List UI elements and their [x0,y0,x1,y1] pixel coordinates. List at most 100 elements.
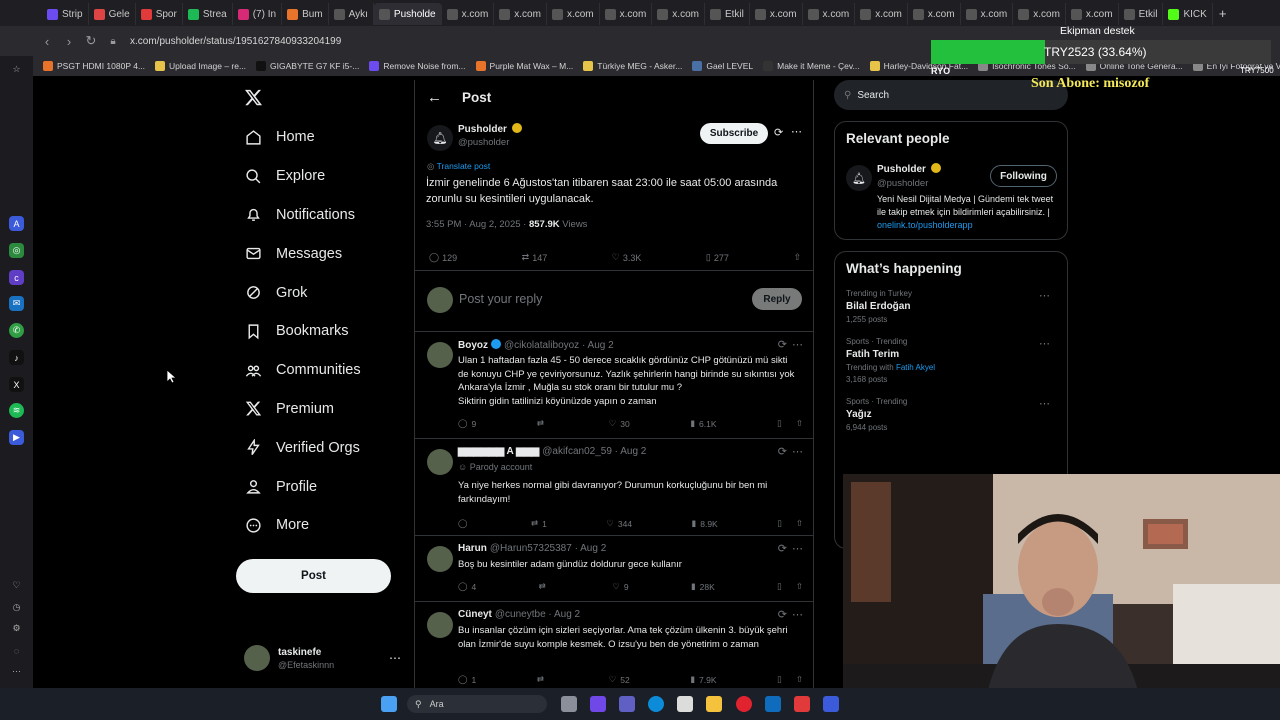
more-icon[interactable]: ⋯ [9,664,24,679]
outlook-icon[interactable] [765,696,781,712]
bookmark-icon[interactable]: ▯ [777,418,782,429]
browser-tab[interactable]: Aykı [329,3,374,25]
copilot-icon[interactable] [590,696,606,712]
views-action[interactable]: ▮ 7.9K [690,674,716,685]
repost-action[interactable]: ⇄ [537,674,548,685]
avatar[interactable] [427,612,453,638]
browser-tab[interactable]: x.com [1013,3,1066,25]
trend-item[interactable]: Trending in Turkey Bilal Erdoğan 1,255 pos… [846,289,1056,324]
bookmark-icon[interactable]: ▯ [777,674,782,685]
bookmark-icon[interactable]: ▯ [777,518,782,529]
browser-tab[interactable]: x.com [494,3,547,25]
person-avatar[interactable]: 🔔︎ [846,165,872,191]
player-icon[interactable]: ▶ [9,430,24,445]
person-link[interactable]: onelink.to/pusholderapp [877,220,973,230]
post-button[interactable]: Post [236,559,391,593]
opera-taskbar-icon[interactable] [736,696,752,712]
like-action[interactable]: ♡ 30 [609,418,630,429]
reply-author[interactable]: Boyoz @cikolataliboyoz · Aug 2 [458,339,614,351]
browser-tab[interactable]: KICK [1163,3,1213,25]
bookmark-item[interactable]: PSGT HDMI 1080P 4... [43,61,145,71]
repost-action[interactable]: ⇄ [539,581,550,592]
nav-item-verified-orgs[interactable]: Verified Orgs [236,428,411,467]
more-icon[interactable]: ⋯ [1039,289,1050,302]
nav-item-grok[interactable]: Grok [236,273,411,312]
browser-tab[interactable]: x.com [652,3,705,25]
url-field[interactable]: x.com/pusholder/status/19516278409332041… [130,36,341,47]
reply-action[interactable]: ◯ 1 [458,674,476,685]
reply-post[interactable]: ▆▆▆▆▆▆ A ▆▆▆ @akifcan02_59 · Aug 2 ☺ Parod… [415,438,813,535]
trend-with-link[interactable]: Fatih Akyel [896,363,935,372]
more-icon[interactable]: ⋯ [792,608,803,621]
reply-author[interactable]: Cüneyt @cuneytbe · Aug 2 [458,609,580,620]
reply-author[interactable]: ▆▆▆▆▆▆ A ▆▆▆ @akifcan02_59 · Aug 2 [458,446,646,457]
back-arrow-icon[interactable]: ← [427,89,442,106]
bookmark-item[interactable]: Gael LEVEL [692,61,753,71]
share-icon[interactable]: ⇧ [796,674,803,685]
reply-action[interactable]: ◯ [458,518,472,529]
edge-icon[interactable] [648,696,664,712]
more-icon[interactable]: ⋯ [1039,337,1050,350]
share-action[interactable]: ⇧ [793,252,801,263]
avatar[interactable] [427,449,453,475]
share-icon[interactable]: ⇧ [796,418,803,429]
following-button[interactable]: Following [990,165,1057,187]
browser-tab[interactable]: Etkil [705,3,750,25]
messenger-icon[interactable]: ✉ [9,296,24,311]
heart-icon[interactable]: ♡ [9,578,24,593]
browser-tab[interactable]: Strip [42,3,89,25]
settings-icon[interactable]: ⚙ [9,621,24,636]
bookmark-icon[interactable]: ▯ [777,581,782,592]
person-handle[interactable]: @pusholder [877,178,928,189]
bookmark-item[interactable]: Purple Mat Wax – M... [475,61,573,71]
back-icon[interactable]: ‹ [36,34,58,49]
nav-item-more[interactable]: More [236,506,411,545]
views-action[interactable]: ▮ 6.1K [690,418,716,429]
reply-post[interactable]: Boyoz @cikolataliboyoz · Aug 2 ⟳ ⋯ Ulan 1 ha… [415,331,813,429]
extension-icon[interactable]: c [9,270,24,285]
author-name[interactable]: Pusholder [458,123,522,135]
browser-tab[interactable]: x.com [855,3,908,25]
bookmark-item[interactable]: Türkiye MEG - Asker... [583,61,682,71]
task-view-icon[interactable] [561,696,577,712]
bookmark-item[interactable]: Make it Meme - Çev... [763,61,860,71]
trend-item[interactable]: Sports · Trending Yağız 6,944 posts ⋯ [846,397,1056,432]
nav-item-communities[interactable]: Communities [236,351,411,390]
nav-item-home[interactable]: Home [236,118,411,157]
nav-item-profile[interactable]: Profile [236,467,411,506]
like-action[interactable]: ♡ 9 [612,581,628,592]
bookmark-action[interactable]: ▯ 277 [706,252,729,263]
spotify-icon[interactable]: ≋ [9,403,24,418]
translate-post-link[interactable]: ◎ Translate post [427,161,490,172]
more-icon[interactable]: ⋯ [792,445,803,458]
views-action[interactable]: ▮ 8.9K [692,518,718,529]
file-explorer-icon[interactable] [706,696,722,712]
browser-tab[interactable]: x.com [803,3,856,25]
grok-icon[interactable]: ⟳ [778,445,787,458]
aria-icon[interactable]: A [9,216,24,231]
nav-item-messages[interactable]: Messages [236,234,411,273]
browser-tab[interactable]: x.com [600,3,653,25]
reply-author[interactable]: Harun @Harun57325387 · Aug 2 [458,543,606,554]
reply-button[interactable]: Reply [752,288,802,310]
browser-tab[interactable]: Strea [183,3,233,25]
more-icon[interactable]: ⋯ [791,125,802,138]
like-action[interactable]: ♡ 52 [609,674,630,685]
reply-action[interactable]: ◯ 129 [429,252,457,263]
nav-item-explore[interactable]: Explore [236,157,411,196]
browser-tab[interactable]: x.com [908,3,961,25]
share-icon[interactable]: ⇧ [796,581,803,592]
reply-post[interactable]: Harun @Harun57325387 · Aug 2 ⟳ ⋯ Boş bu kesi… [415,535,813,601]
star-icon[interactable]: ☆ [9,62,24,77]
history-icon[interactable]: ◷ [9,600,24,615]
app-icon[interactable] [794,696,810,712]
more-icon[interactable]: ⋯ [792,542,803,555]
browser-tab[interactable]: (7) In [233,3,283,25]
chatgpt-icon[interactable]: ◎ [9,243,24,258]
subscribe-button[interactable]: Subscribe [700,123,768,144]
like-action[interactable]: ♡ 344 [606,518,632,529]
repost-action[interactable]: ⇄ 1 [531,518,547,529]
grok-icon[interactable]: ⟳ [778,542,787,555]
browser-tab[interactable]: Spor [136,3,183,25]
nav-item-premium[interactable]: Premium [236,390,411,429]
